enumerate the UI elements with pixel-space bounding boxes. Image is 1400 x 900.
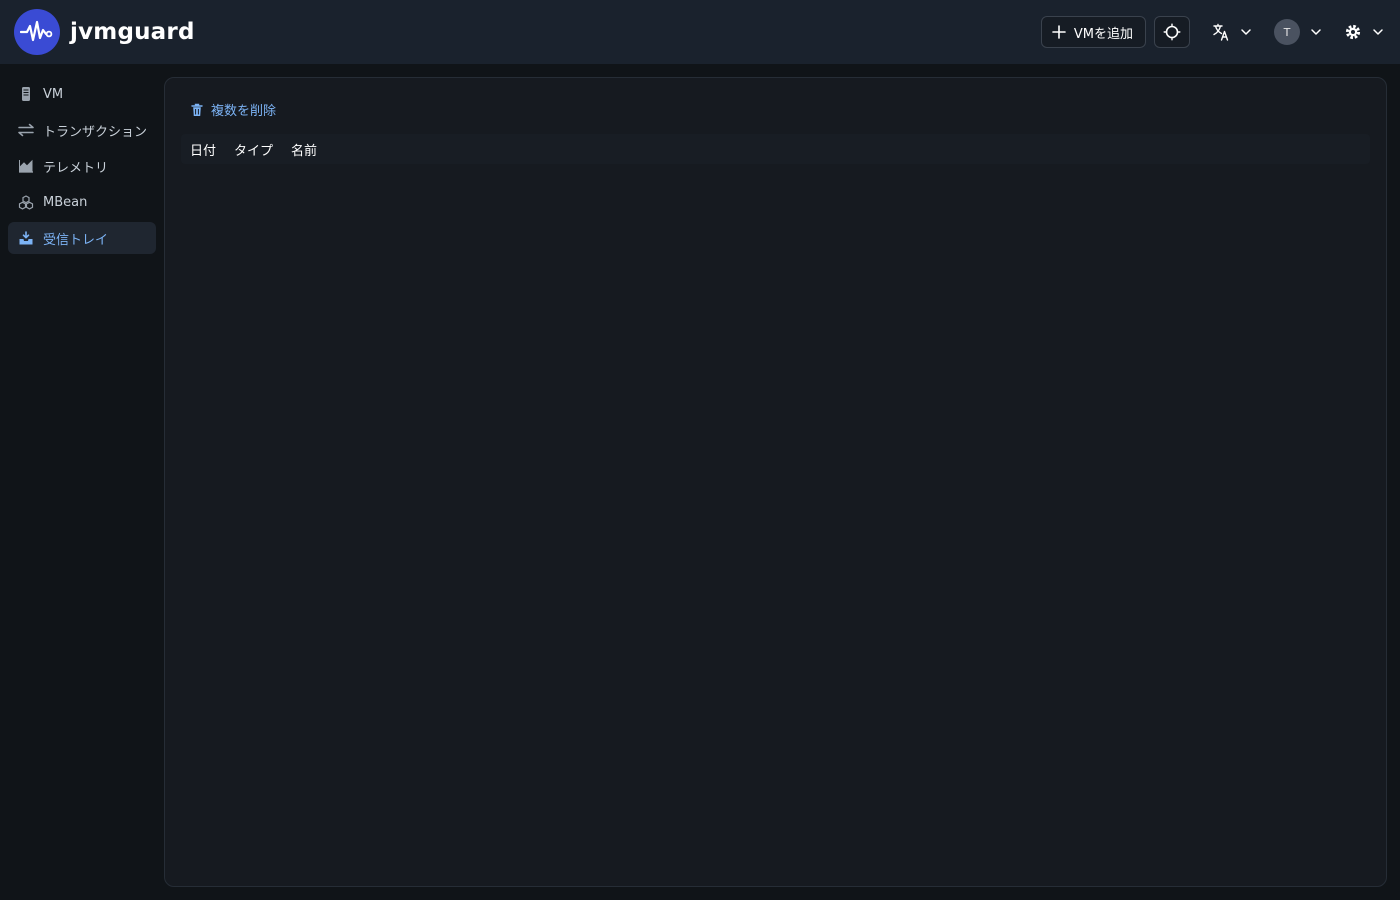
sidebar-item-label: トランザクション xyxy=(43,124,148,140)
chevron-down-icon xyxy=(1241,29,1251,35)
cubes-icon xyxy=(18,194,34,210)
brand[interactable]: jvmguard xyxy=(14,9,195,55)
add-vm-label: VMを追加 xyxy=(1073,26,1133,42)
sun-icon xyxy=(1163,23,1181,41)
table-header: 日付 タイプ 名前 xyxy=(181,134,1370,164)
trash-icon xyxy=(191,103,203,116)
sidebar-item-telemetry[interactable]: テレメトリ xyxy=(8,150,156,182)
server-icon xyxy=(18,86,34,102)
gear-icon xyxy=(1345,24,1361,40)
translate-icon xyxy=(1213,23,1229,41)
chevron-down-icon xyxy=(1373,29,1383,35)
settings-dropdown[interactable] xyxy=(1344,23,1384,41)
area-chart-icon xyxy=(18,158,34,174)
avatar: T xyxy=(1274,19,1300,45)
chevron-down-icon xyxy=(1311,29,1321,35)
column-header-name[interactable]: 名前 xyxy=(291,140,317,159)
sidebar-item-vm[interactable]: VM xyxy=(8,78,156,110)
app-name: jvmguard xyxy=(70,19,195,45)
add-vm-button[interactable]: VMを追加 xyxy=(1040,16,1146,48)
plus-icon xyxy=(1052,25,1066,39)
sidebar-item-label: 受信トレイ xyxy=(43,232,109,248)
top-header: jvmguard VMを追加 T xyxy=(0,0,1400,64)
sidebar: VM トランザクション テレメトリ MBean 受信トレイ xyxy=(0,64,164,900)
sidebar-item-label: MBean xyxy=(43,194,88,210)
inbox-icon xyxy=(18,230,34,246)
sidebar-item-transactions[interactable]: トランザクション xyxy=(8,114,156,146)
pulse-logo-icon xyxy=(14,9,60,55)
transfer-icon xyxy=(18,122,34,138)
theme-toggle-button[interactable] xyxy=(1154,16,1190,48)
language-dropdown[interactable] xyxy=(1212,23,1252,41)
sidebar-item-mbean[interactable]: MBean xyxy=(8,186,156,218)
sidebar-item-inbox[interactable]: 受信トレイ xyxy=(8,222,156,254)
sidebar-item-label: テレメトリ xyxy=(43,160,109,176)
delete-multiple-button[interactable]: 複数を削除 xyxy=(191,100,276,119)
sidebar-item-label: VM xyxy=(43,86,64,102)
inbox-panel: 複数を削除 日付 タイプ 名前 xyxy=(164,77,1387,887)
user-dropdown[interactable]: T xyxy=(1274,19,1322,45)
column-header-type[interactable]: タイプ xyxy=(234,140,273,159)
delete-multiple-label: 複数を削除 xyxy=(211,104,277,119)
column-header-date[interactable]: 日付 xyxy=(190,140,216,159)
